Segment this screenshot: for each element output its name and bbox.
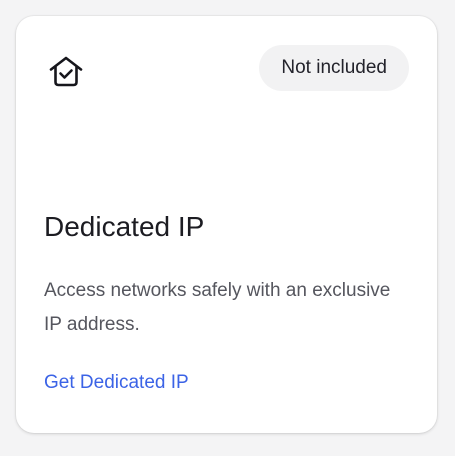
home-check-icon <box>46 52 86 92</box>
dedicated-ip-card: Not included Dedicated IP Access network… <box>16 16 437 433</box>
card-title: Dedicated IP <box>44 211 205 242</box>
get-dedicated-ip-link[interactable]: Get Dedicated IP <box>44 369 189 397</box>
status-badge: Not included <box>259 45 409 91</box>
card-description: Access networks safely with an exclusive… <box>44 280 391 335</box>
